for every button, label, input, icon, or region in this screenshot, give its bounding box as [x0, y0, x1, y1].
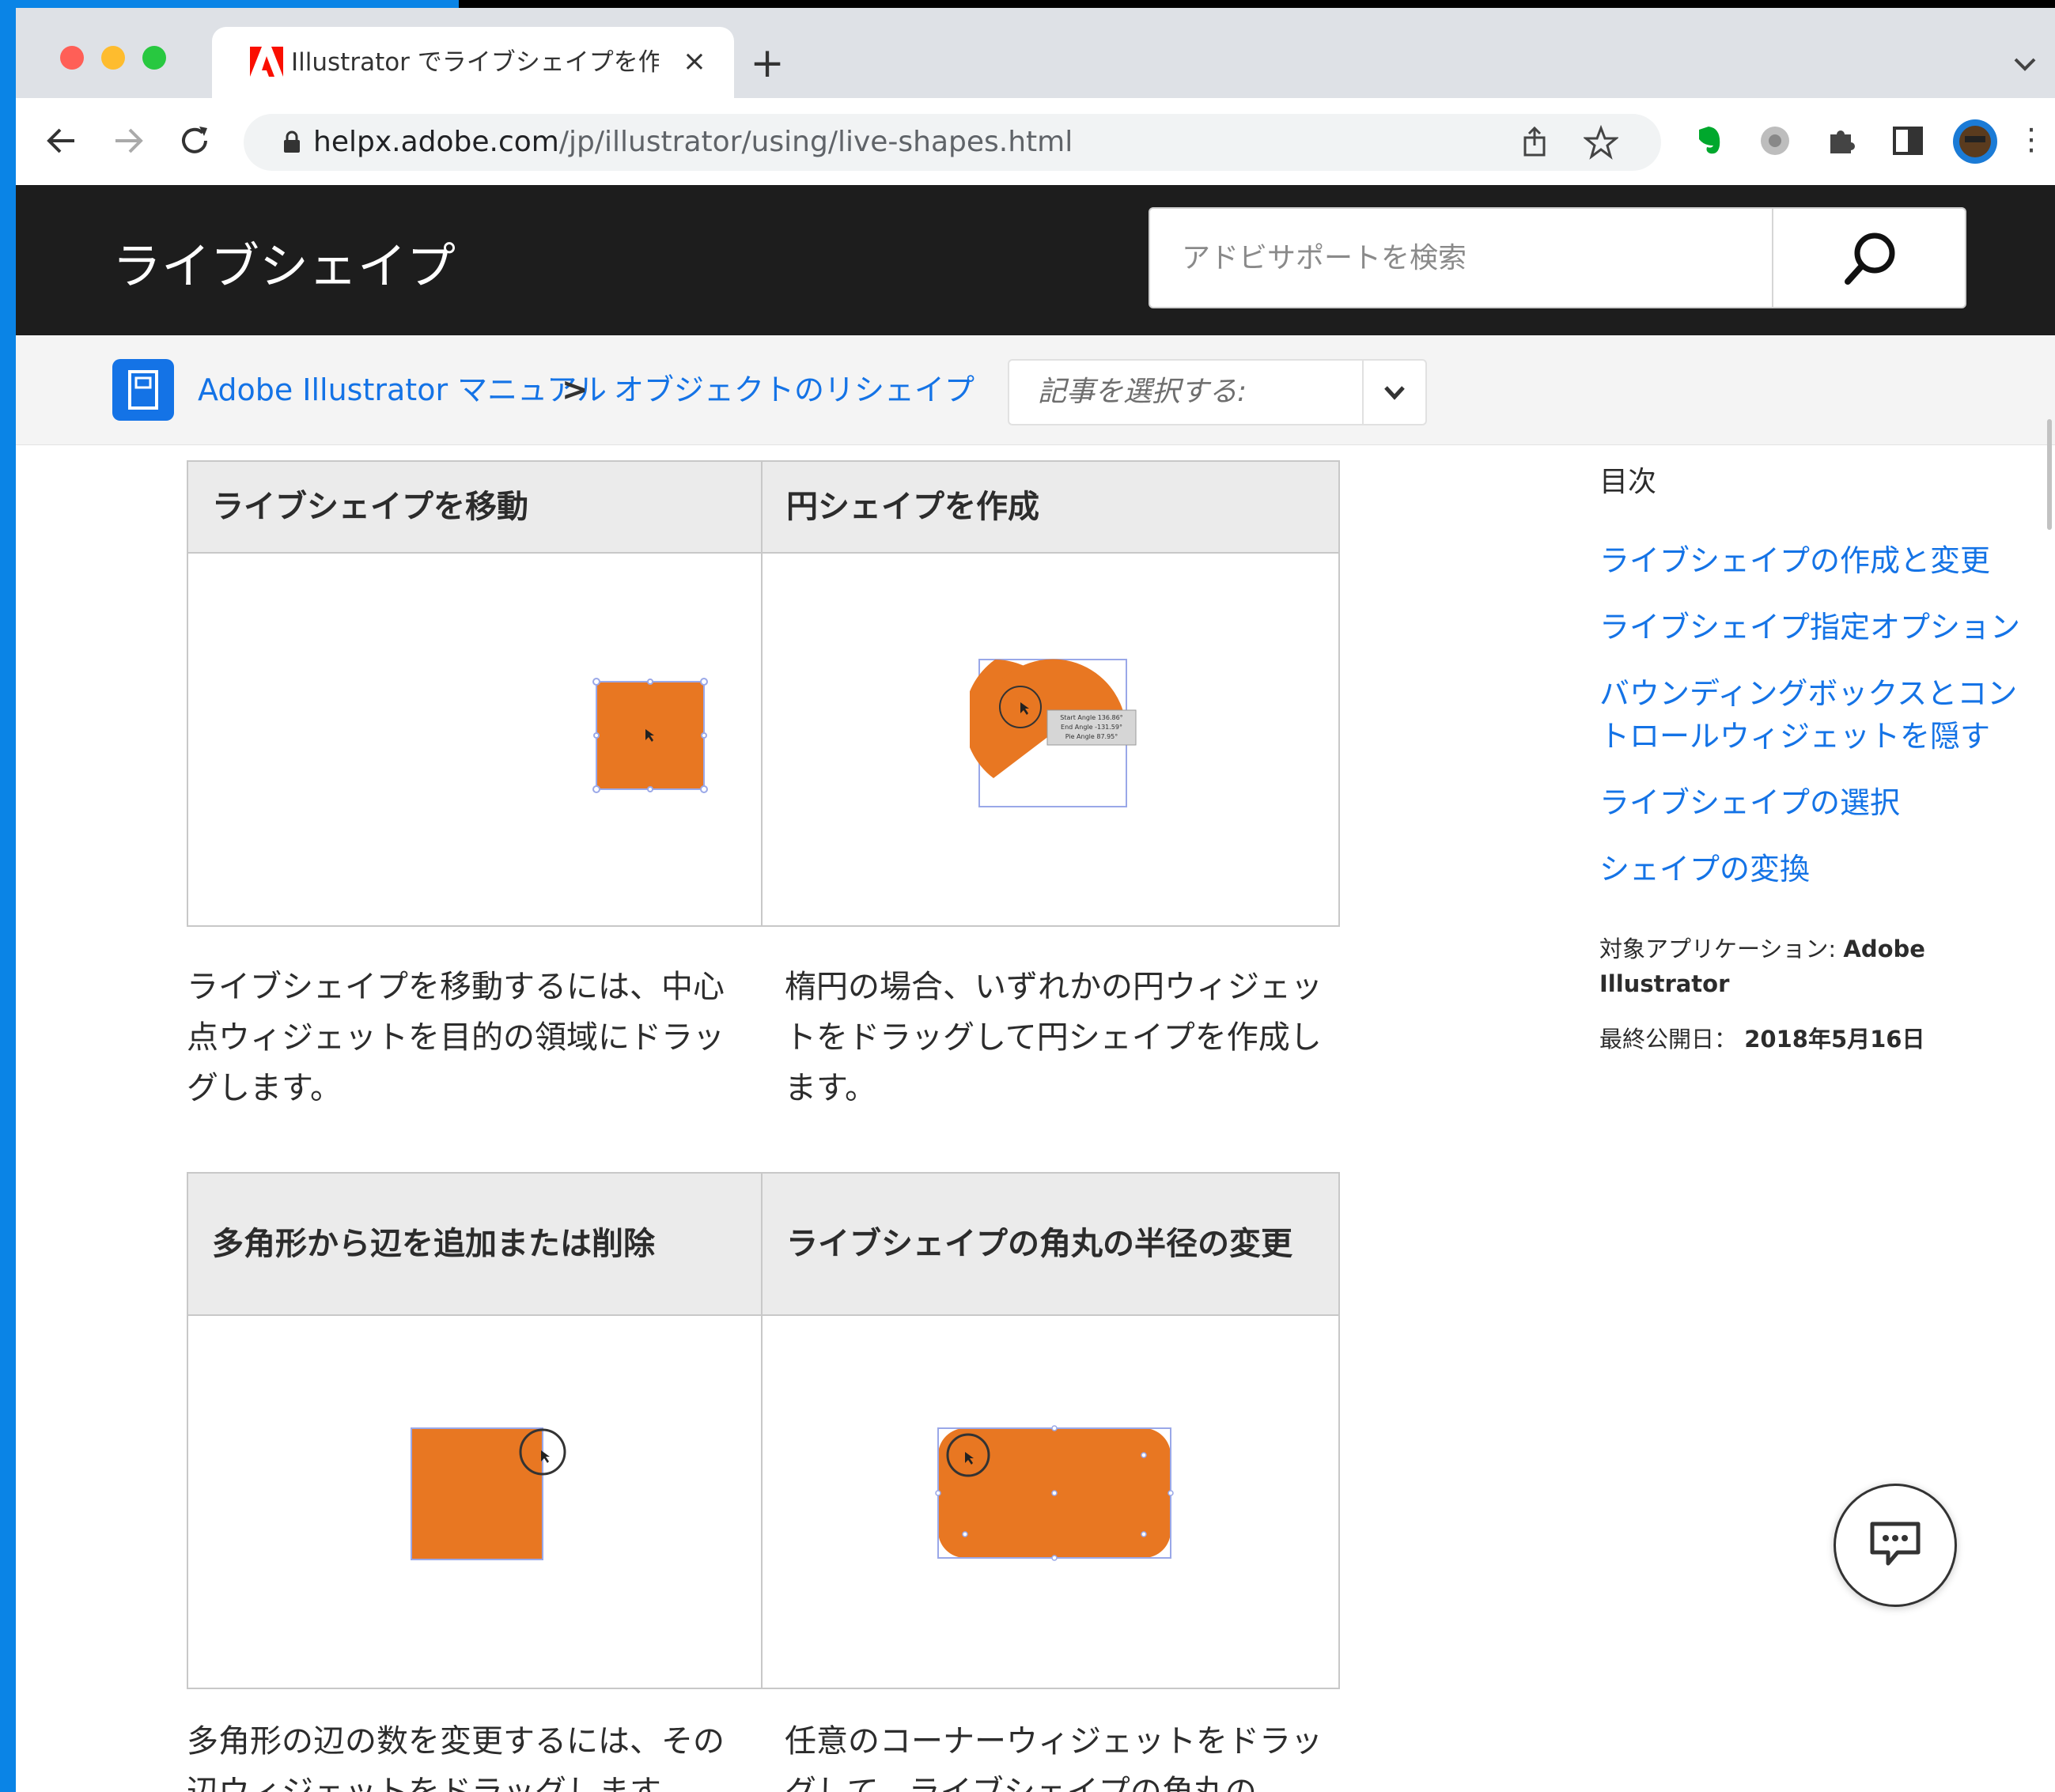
published-date: 最終公開日： 2018年5月16日: [1599, 1022, 2011, 1057]
caption-corner: 任意のコーナーウィジェットをドラッグして、ライブシェイプの角丸の: [785, 1723, 1323, 1792]
breadcrumb-separator: >: [562, 372, 588, 408]
share-icon[interactable]: [1517, 125, 1552, 160]
forward-button[interactable]: [104, 117, 152, 164]
url-text[interactable]: helpx.adobe.com/jp/illustrator/using/liv…: [313, 114, 1073, 171]
table-cell-corner-image: [761, 1314, 1340, 1689]
page-title: ライブシェイプ: [112, 237, 456, 295]
reload-button[interactable]: [171, 117, 218, 164]
new-tab-button[interactable]: +: [744, 40, 791, 87]
back-button[interactable]: [38, 117, 85, 164]
toc-link-select[interactable]: ライブシェイプの選択: [1599, 781, 2027, 824]
table-cell-polygon-image: [187, 1314, 763, 1689]
toc-link-create[interactable]: ライブシェイプの作成と変更: [1599, 539, 2027, 582]
pie-tooltip-end: End Angle -131.59°: [1061, 724, 1122, 731]
move-shape-illustration: [592, 678, 708, 793]
tab-search-chevron-icon[interactable]: [2009, 47, 2041, 79]
example-table-2: 多角形から辺を追加または削除 ライブシェイプの角丸の半径の変更: [187, 1172, 1340, 1689]
pie-shape-illustration: Start Angle 136.86° End Angle -131.59° P…: [970, 659, 1137, 807]
evernote-extension-icon[interactable]: [1690, 122, 1728, 160]
side-panel-icon[interactable]: [1890, 123, 1925, 158]
chevron-down-icon: [1384, 386, 1405, 400]
breadcrumb-link-manual[interactable]: Adobe Illustrator マニュアル: [198, 335, 607, 444]
bookmark-star-icon[interactable]: [1584, 125, 1618, 160]
polygon-shape-illustration: [411, 1427, 566, 1560]
search-input[interactable]: [1150, 209, 1767, 307]
caption-move: ライブシェイプを移動するには、中心点ウィジェットを目的の領域にドラッグします。: [187, 969, 725, 1106]
extensions-puzzle-icon[interactable]: [1822, 122, 1860, 160]
browser-window: Illustrator でライブシェイプを作成 × + helpx.adobe.…: [16, 8, 2055, 1792]
table-header-polygon: 多角形から辺を追加または削除: [187, 1172, 763, 1316]
close-window-button[interactable]: [60, 46, 84, 70]
article-select-placeholder: 記事を選択する:: [1038, 376, 1247, 408]
browser-tab-active[interactable]: Illustrator でライブシェイプを作成 ×: [212, 27, 734, 98]
search-icon: [1845, 233, 1895, 285]
maximize-window-button[interactable]: [142, 46, 166, 70]
search-button[interactable]: [1772, 209, 1966, 307]
pie-tooltip-angle: Pie Angle 87.95°: [1065, 733, 1118, 740]
toc-link-convert[interactable]: シェイプの変換: [1599, 848, 2027, 890]
table-header-corner: ライブシェイプの角丸の半径の変更: [761, 1172, 1340, 1316]
page-header: ライブシェイプ: [16, 185, 2055, 335]
rounded-rect-illustration: [935, 1425, 1174, 1561]
url-host: helpx.adobe.com: [313, 126, 559, 158]
table-cell-move-image: [187, 552, 763, 927]
browser-toolbar: helpx.adobe.com/jp/illustrator/using/liv…: [16, 98, 2055, 185]
address-bar[interactable]: helpx.adobe.com/jp/illustrator/using/liv…: [244, 114, 1661, 171]
minimize-window-button[interactable]: [101, 46, 125, 70]
table-cell-pie-image: Start Angle 136.86° End Angle -131.59° P…: [761, 552, 1340, 927]
close-tab-icon[interactable]: ×: [677, 44, 712, 79]
example-table-1: ライブシェイプを移動 円シェイプを作成 Start Angle 136.86° …: [187, 460, 1340, 927]
applies-to: 対象アプリケーション: Adobe Illustrator: [1599, 932, 2011, 1001]
tab-title: Illustrator でライブシェイプを作成: [291, 48, 659, 77]
manual-book-icon: [112, 359, 174, 421]
toc-link-options[interactable]: ライブシェイプ指定オプション: [1599, 606, 2027, 648]
caption-polygon: 多角形の辺の数を変更するには、その辺ウィジェットをドラッグします。: [187, 1723, 725, 1792]
table-header-pie: 円シェイプを作成: [761, 460, 1340, 554]
tab-bar: Illustrator でライブシェイプを作成 × +: [16, 8, 2055, 98]
table-header-move: ライブシェイプを移動: [187, 460, 763, 554]
published-label: 最終公開日：: [1599, 1026, 1738, 1053]
toc-link-hide-widgets[interactable]: バウンディングボックスとコントロールウィジェットを隠す: [1599, 672, 2019, 758]
page-scrollbar[interactable]: [2047, 419, 2052, 530]
breadcrumb-bar: Adobe Illustrator マニュアル > オブジェクトのリシェイプ 記…: [16, 335, 2055, 445]
published-value: 2018年5月16日: [1744, 1026, 1925, 1053]
url-path: /jp/illustrator/using/live-shapes.html: [558, 126, 1073, 158]
lock-icon: [284, 130, 300, 153]
breadcrumb-link-reshape[interactable]: オブジェクトのリシェイプ: [614, 335, 975, 444]
article-select[interactable]: 記事を選択する:: [1008, 359, 1427, 425]
caption-pie: 楕円の場合、いずれかの円ウィジェットをドラッグして円シェイプを作成します。: [785, 969, 1323, 1106]
pie-tooltip-start: Start Angle 136.86°: [1060, 714, 1122, 721]
settings-extension-icon[interactable]: [1756, 122, 1794, 160]
top-border: [459, 0, 2055, 8]
profile-avatar-icon[interactable]: [1952, 119, 1998, 164]
search-box: [1149, 207, 1966, 308]
adobe-logo-icon: [250, 47, 283, 77]
browser-menu-icon[interactable]: ⋮: [2008, 115, 2055, 163]
chat-bubble-icon: [1870, 1522, 1921, 1566]
feedback-button[interactable]: [1834, 1484, 1957, 1607]
applies-label: 対象アプリケーション:: [1599, 936, 1837, 962]
toc-title: 目次: [1599, 466, 1657, 498]
